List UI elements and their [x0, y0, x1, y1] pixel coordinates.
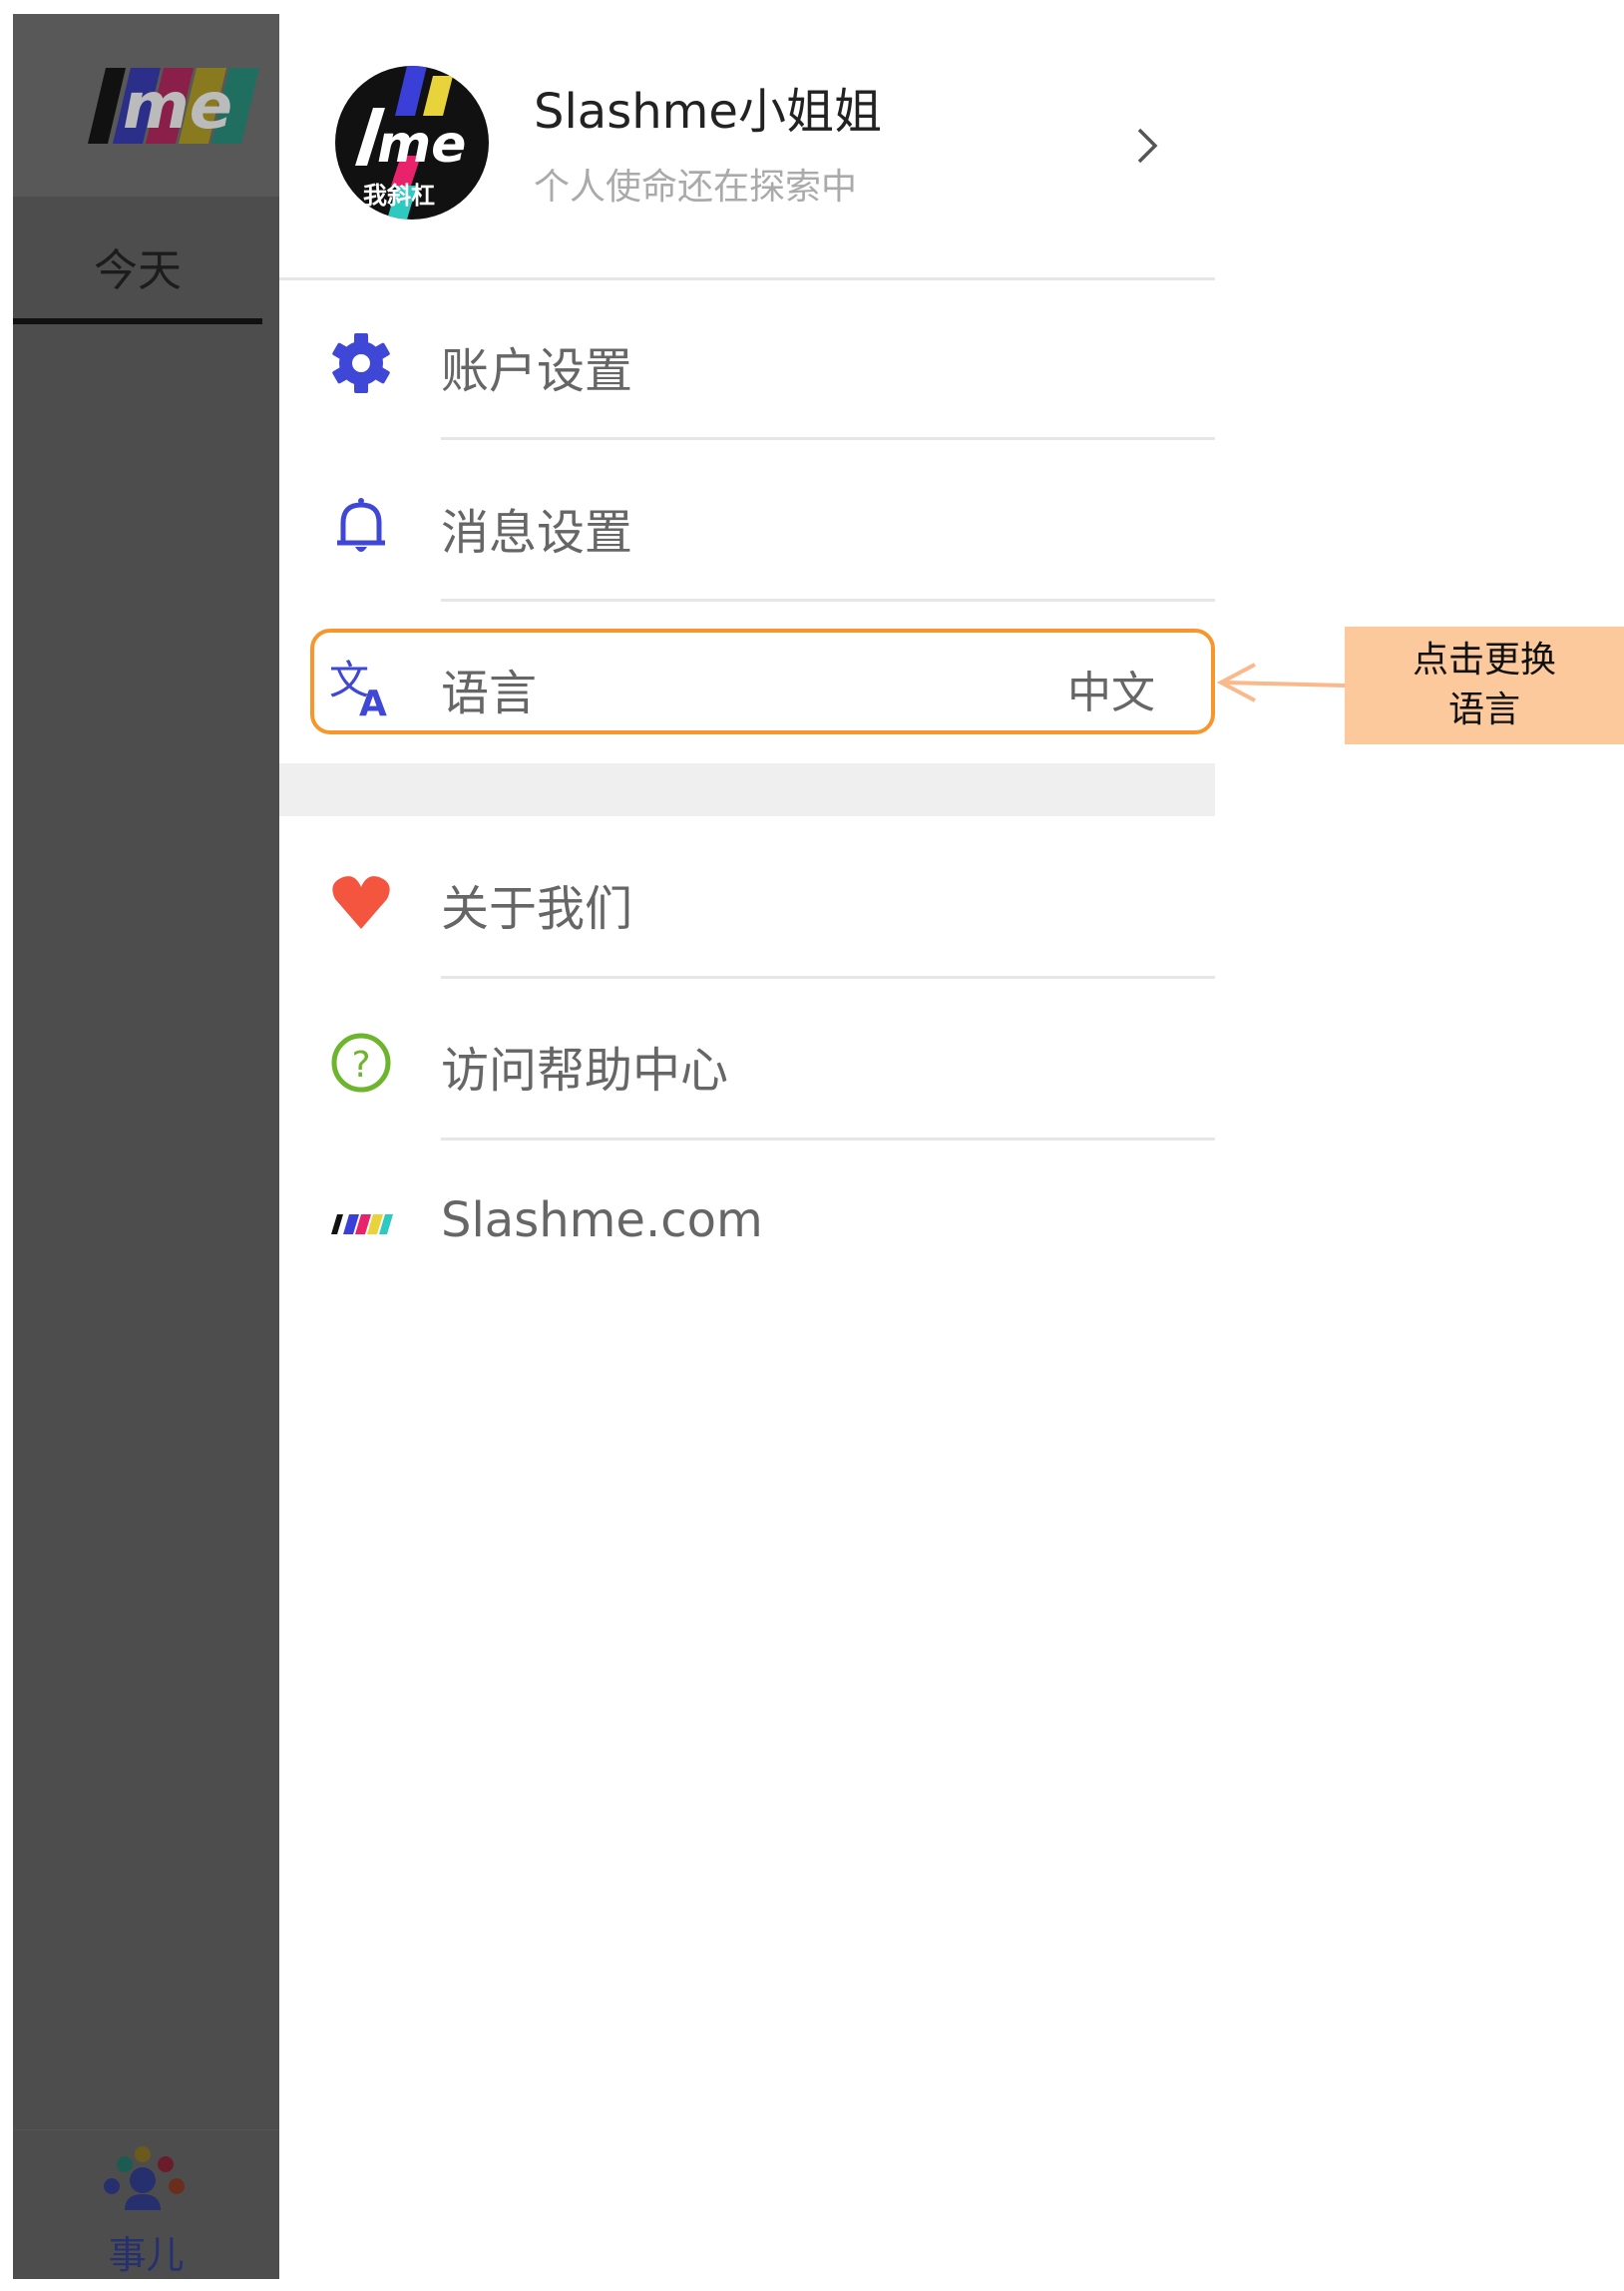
help-circle-icon: ?	[331, 1033, 391, 1093]
tab-indicator	[13, 318, 262, 324]
callout-line1: 点击更换	[1412, 640, 1556, 681]
menu-item-slashme-website[interactable]: Slashme.com	[279, 1162, 1215, 1282]
profile-subtitle: 个人使命还在探索中	[534, 167, 858, 208]
menu-item-account-settings[interactable]: 账户设置	[279, 301, 1215, 421]
background-app: me 今天 事儿	[13, 14, 279, 2279]
callout-line2: 语言	[1447, 689, 1520, 730]
menu-item-help-center[interactable]: ? 访问帮助中心	[279, 1001, 1215, 1121]
avatar-text: 我斜杠	[363, 182, 435, 210]
bottom-nav-label: 事儿	[108, 2233, 185, 2277]
gear-icon	[332, 333, 390, 393]
navigation-drawer: me 我斜杠 Slashme小姐姐 个人使命还在探索中 账户设置 消息设置 文 …	[279, 14, 1215, 2291]
bottom-nav-item-things[interactable]: 事儿	[13, 2129, 279, 2279]
chevron-right-icon[interactable]	[1135, 126, 1159, 166]
menu-item-about-us[interactable]: 关于我们	[279, 839, 1215, 959]
heart-icon	[332, 876, 390, 929]
slashme-logo-icon	[331, 1214, 393, 1234]
menu-item-label: 消息设置	[441, 505, 633, 561]
section-separator	[279, 763, 1215, 816]
divider	[441, 437, 1215, 440]
svg-text:me: me	[377, 115, 466, 175]
menu-item-label: 访问帮助中心	[441, 1043, 729, 1099]
highlight-box	[310, 629, 1215, 734]
profile-name: Slashme小姐姐	[534, 84, 882, 140]
menu-item-label: 账户设置	[441, 343, 633, 399]
divider	[441, 1138, 1215, 1141]
divider	[441, 976, 1215, 979]
tab-today[interactable]: 今天	[13, 197, 262, 336]
annotation-callout: 点击更换 语言	[1345, 627, 1624, 744]
menu-item-message-settings[interactable]: 消息设置	[279, 463, 1215, 583]
divider	[279, 277, 1215, 280]
divider	[441, 599, 1215, 602]
avatar[interactable]: me 我斜杠	[335, 66, 489, 220]
slashme-logo: me	[88, 68, 259, 144]
menu-item-label: 关于我们	[441, 881, 633, 937]
app-header: me	[13, 14, 279, 197]
bell-icon	[337, 498, 385, 552]
menu-item-label: Slashme.com	[441, 1192, 763, 1248]
annotation-arrow	[1216, 663, 1346, 702]
svg-text:me: me	[123, 70, 232, 144]
avatar-logo-icon: me 我斜杠	[355, 66, 466, 220]
svg-text:?: ?	[351, 1045, 370, 1086]
people-icon	[104, 2146, 185, 2210]
